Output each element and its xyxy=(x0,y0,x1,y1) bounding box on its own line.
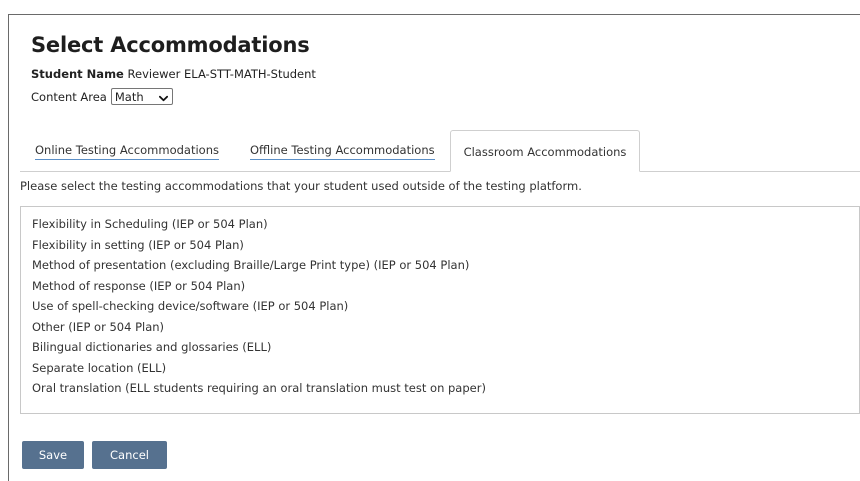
instructions-text: Please select the testing accommodations… xyxy=(20,179,582,193)
chevron-down-icon xyxy=(158,92,168,102)
tab-online-testing[interactable]: Online Testing Accommodations xyxy=(35,143,219,160)
content-area-select[interactable]: Math xyxy=(110,88,173,105)
accommodations-list: Flexibility in Scheduling (IEP or 504 Pl… xyxy=(20,206,860,414)
content-area-row: Content Area Math xyxy=(31,88,173,105)
list-item[interactable]: Flexibility in setting (IEP or 504 Plan) xyxy=(21,235,859,256)
tab-classroom[interactable]: Classroom Accommodations xyxy=(450,130,640,172)
list-item[interactable]: Other (IEP or 504 Plan) xyxy=(21,317,859,338)
list-item[interactable]: Flexibility in Scheduling (IEP or 504 Pl… xyxy=(21,214,859,235)
student-name-label: Student Name xyxy=(31,67,124,81)
student-name-value: Reviewer ELA-STT-MATH-Student xyxy=(127,67,316,81)
tab-baseline xyxy=(20,171,860,172)
list-item[interactable]: Oral translation (ELL students requiring… xyxy=(21,378,859,399)
list-item[interactable]: Use of spell-checking device/software (I… xyxy=(21,296,859,317)
content-area-selected-value: Math xyxy=(114,89,144,104)
student-name-line: Student Name Reviewer ELA-STT-MATH-Stude… xyxy=(31,67,316,81)
tab-offline-testing[interactable]: Offline Testing Accommodations xyxy=(250,143,435,160)
list-item[interactable]: Method of response (IEP or 504 Plan) xyxy=(21,276,859,297)
list-item[interactable]: Bilingual dictionaries and glossaries (E… xyxy=(21,337,859,358)
page-title: Select Accommodations xyxy=(31,33,310,57)
save-button[interactable]: Save xyxy=(22,441,84,469)
list-item[interactable]: Method of presentation (excluding Braill… xyxy=(21,255,859,276)
content-area-label: Content Area xyxy=(31,89,107,104)
accommodation-tabs: Online Testing Accommodations Offline Te… xyxy=(20,130,860,172)
list-item[interactable]: Separate location (ELL) xyxy=(21,358,859,379)
cancel-button[interactable]: Cancel xyxy=(92,441,167,469)
